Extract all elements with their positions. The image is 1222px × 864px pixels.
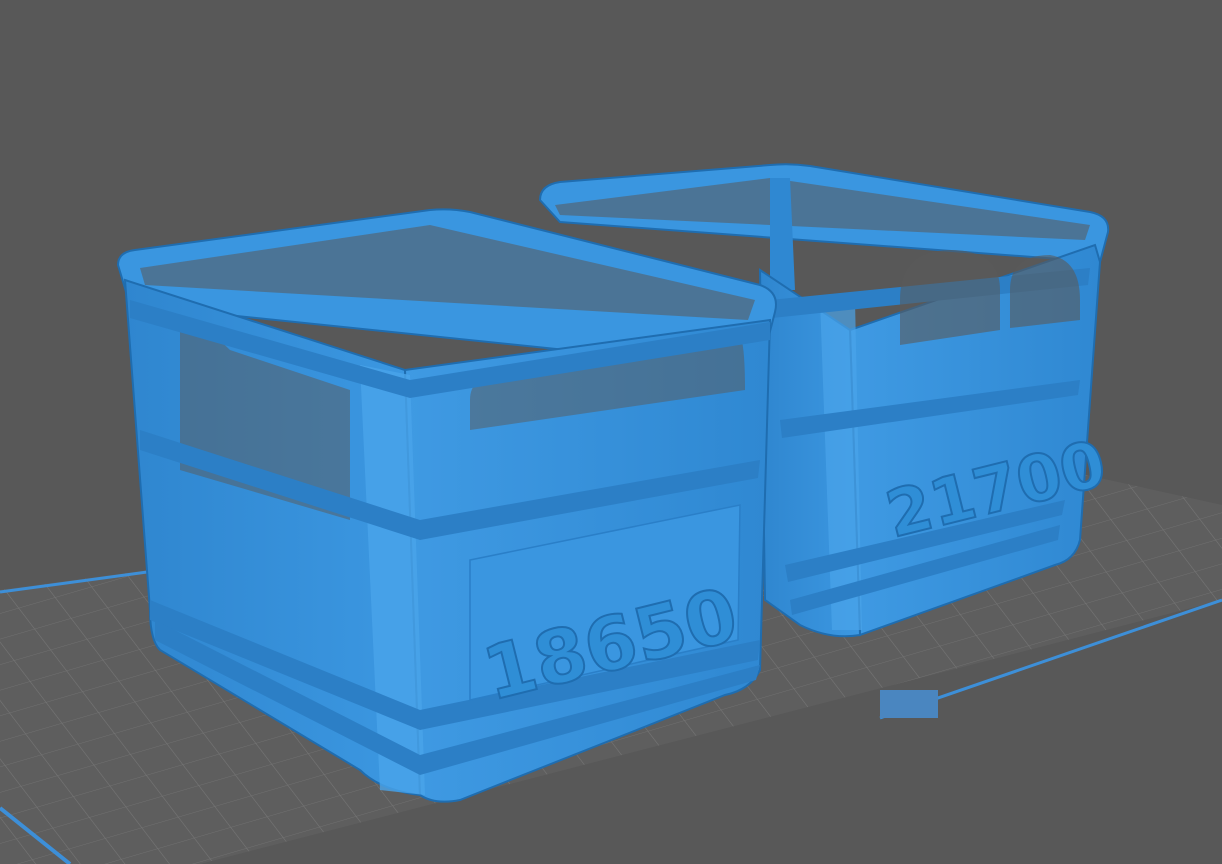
3d-viewport[interactable]: 21700 18650 — [0, 0, 1222, 864]
build-plate-marker — [880, 690, 938, 718]
scene-canvas[interactable]: 21700 18650 — [0, 0, 1222, 864]
